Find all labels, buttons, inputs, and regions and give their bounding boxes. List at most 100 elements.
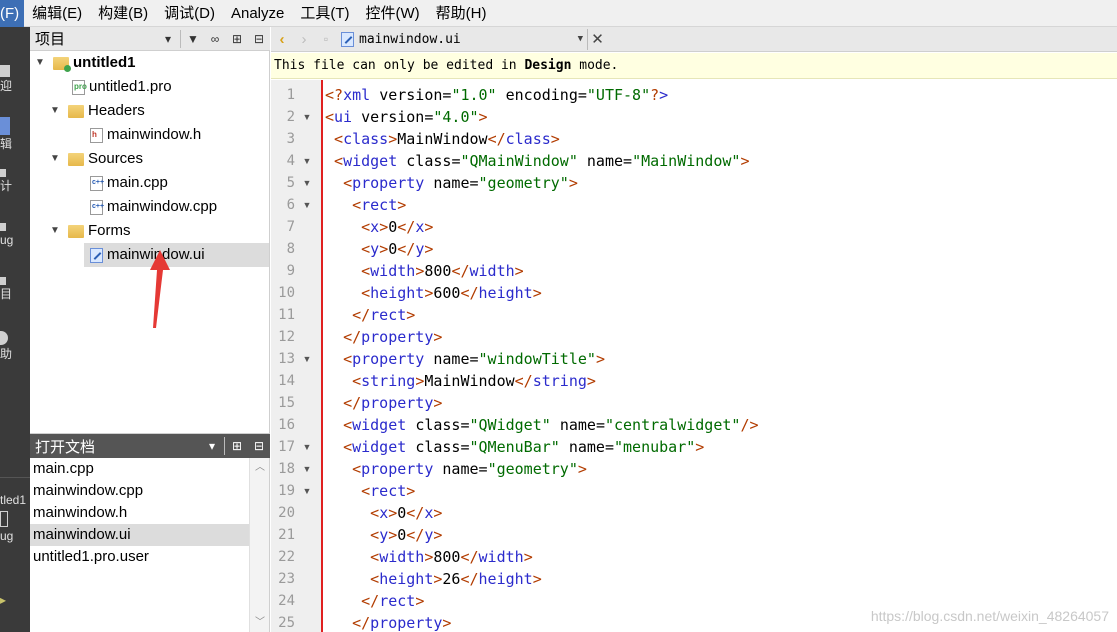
menu-debug[interactable]: 调试(D) <box>156 0 223 27</box>
header-divider <box>180 29 181 48</box>
code-editor[interactable]: <?xml version="1.0" encoding="UTF-8"?> <u… <box>323 80 1117 632</box>
menu-analyze[interactable]: Analyze <box>223 0 292 27</box>
mode-edit[interactable]: 辑 <box>0 117 30 151</box>
fold-marker-icon[interactable]: ▼ <box>301 106 313 128</box>
code-line[interactable]: <?xml version="1.0" encoding="UTF-8"?> <box>325 84 668 106</box>
menu-build[interactable]: 构建(B) <box>90 0 156 27</box>
tree-item-pro-file[interactable]: pro untitled1.pro <box>30 75 270 99</box>
code-line[interactable]: <ui version="4.0"> <box>325 106 488 128</box>
expand-arrow-icon[interactable]: ▼ <box>48 99 62 123</box>
open-documents-title[interactable]: 打开文档 <box>30 436 201 457</box>
code-line[interactable]: <property name="geometry"> <box>325 172 578 194</box>
menu-edit[interactable]: 编辑(E) <box>24 0 90 27</box>
mode-separator <box>0 477 30 478</box>
split-icon[interactable]: ⊞ <box>226 28 248 50</box>
fold-marker-icon[interactable]: ▼ <box>301 172 313 194</box>
menu-file[interactable]: (F) <box>0 0 25 27</box>
mode-welcome[interactable]: 迎 <box>0 65 30 93</box>
code-line[interactable]: <string>MainWindow</string> <box>325 370 596 392</box>
forward-arrow-icon[interactable]: › <box>293 28 315 50</box>
code-line[interactable]: </property> <box>325 392 442 414</box>
code-line[interactable]: <widget class="QWidget" name="centralwid… <box>325 414 758 436</box>
kit-selector[interactable]: tled1 ug <box>0 491 30 543</box>
expand-arrow-icon[interactable]: ▼ <box>48 219 62 243</box>
annotation-arrow <box>150 250 170 328</box>
mode-edit-label: 辑 <box>0 137 13 151</box>
expand-arrow-icon[interactable]: ▼ <box>33 51 47 75</box>
code-line[interactable]: <width>800</width> <box>325 546 533 568</box>
fold-marker-icon[interactable]: ▼ <box>301 436 313 458</box>
info-emphasis: Design <box>524 58 572 73</box>
code-line[interactable]: <y>0</y> <box>325 524 442 546</box>
tree-item-sources[interactable]: ▼ Sources <box>30 147 270 171</box>
code-line[interactable]: <rect> <box>325 194 406 216</box>
line-number: 5 <box>286 175 295 191</box>
line-number: 4 <box>286 153 295 169</box>
tree-item-main-cpp[interactable]: c++ main.cpp <box>30 171 270 195</box>
code-line[interactable]: <y>0</y> <box>325 238 433 260</box>
back-arrow-icon[interactable]: ‹ <box>271 28 293 50</box>
header-divider <box>224 437 225 455</box>
expand-arrow-icon[interactable]: ▼ <box>48 147 62 171</box>
lock-icon[interactable]: ▫ <box>315 28 337 50</box>
close-pane-icon[interactable]: ⊟ <box>248 28 270 50</box>
fold-marker-icon[interactable]: ▼ <box>301 194 313 216</box>
menu-tools[interactable]: 工具(T) <box>292 0 357 27</box>
fold-marker-icon[interactable]: ▼ <box>301 150 313 172</box>
code-line[interactable]: <rect> <box>325 480 415 502</box>
mode-design[interactable]: 计 <box>0 169 30 193</box>
open-doc-item[interactable]: mainwindow.h <box>30 502 249 524</box>
scroll-down-icon[interactable]: ﹀ <box>250 615 270 631</box>
run-button[interactable]: ▸ <box>0 591 30 607</box>
filter-icon[interactable]: ▼ <box>182 28 204 50</box>
project-pane-title[interactable]: 项目 <box>30 28 157 49</box>
close-pane-icon[interactable]: ⊟ <box>248 435 270 457</box>
code-line[interactable]: <class>MainWindow</class> <box>325 128 560 150</box>
code-line[interactable]: </property> <box>325 612 451 632</box>
code-line[interactable]: <height>26</height> <box>325 568 542 590</box>
fold-marker-icon[interactable]: ▼ <box>301 348 313 370</box>
chevron-down-icon[interactable]: ▼ <box>578 34 583 44</box>
line-number: 21 <box>278 527 295 543</box>
code-line[interactable]: <width>800</width> <box>325 260 524 282</box>
code-line[interactable]: </rect> <box>325 304 415 326</box>
code-line[interactable]: <x>0</x> <box>325 216 433 238</box>
code-line[interactable]: </property> <box>325 326 442 348</box>
close-icon[interactable]: ✕ <box>587 28 607 50</box>
menu-help[interactable]: 帮助(H) <box>428 0 495 27</box>
open-doc-item[interactable]: mainwindow.cpp <box>30 480 249 502</box>
ui-file-icon <box>90 247 103 263</box>
info-text: This file can only be edited in <box>274 58 525 73</box>
chevron-down-icon[interactable]: ▾ <box>201 435 223 457</box>
mode-projects[interactable]: 目 <box>0 277 30 301</box>
code-line[interactable]: <property name="windowTitle"> <box>325 348 605 370</box>
file-selector[interactable]: mainwindow.ui ▼ <box>337 29 587 50</box>
line-number: 7 <box>286 219 295 235</box>
menu-widgets[interactable]: 控件(W) <box>358 0 428 27</box>
code-line[interactable]: <widget class="QMainWindow" name="MainWi… <box>325 150 749 172</box>
fold-marker-icon[interactable]: ▼ <box>301 458 313 480</box>
tree-item-mainwindow-h[interactable]: h mainwindow.h <box>30 123 270 147</box>
fold-marker-icon[interactable]: ▼ <box>301 480 313 502</box>
tree-item-project[interactable]: ▼ untitled1 <box>30 51 270 75</box>
tree-item-forms[interactable]: ▼ Forms <box>30 219 270 243</box>
tree-item-headers[interactable]: ▼ Headers <box>30 99 270 123</box>
code-line[interactable]: </rect> <box>325 590 424 612</box>
tree-item-mainwindow-cpp[interactable]: c++ mainwindow.cpp <box>30 195 270 219</box>
open-docs-scrollbar[interactable]: ︿ ﹀ <box>249 458 269 632</box>
open-doc-item[interactable]: untitled1.pro.user <box>30 546 249 568</box>
code-line[interactable]: <x>0</x> <box>325 502 442 524</box>
split-icon[interactable]: ⊞ <box>226 435 248 457</box>
open-doc-item[interactable]: main.cpp <box>30 458 249 480</box>
tree-item-label: Headers <box>88 102 145 119</box>
code-line[interactable]: <height>600</height> <box>325 282 542 304</box>
kit-label: tled1 <box>0 493 27 507</box>
link-icon[interactable]: ∞ <box>204 28 226 50</box>
scroll-up-icon[interactable]: ︿ <box>250 460 270 476</box>
chevron-down-icon[interactable]: ▾ <box>157 28 179 50</box>
mode-help[interactable]: 助 <box>0 331 30 361</box>
code-line[interactable]: <widget class="QMenuBar" name="menubar"> <box>325 436 704 458</box>
open-doc-item[interactable]: mainwindow.ui <box>30 524 249 546</box>
code-line[interactable]: <property name="geometry"> <box>325 458 587 480</box>
mode-debug[interactable]: ug <box>0 223 30 247</box>
